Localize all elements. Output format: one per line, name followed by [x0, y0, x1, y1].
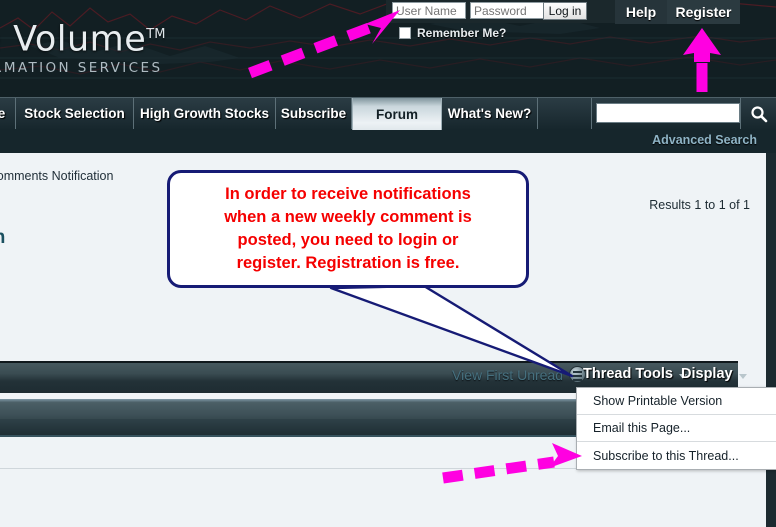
search-button[interactable]	[740, 98, 776, 129]
view-first-unread-link[interactable]: View First Unread	[452, 366, 587, 383]
callout-text: In order to receive notifications when a…	[170, 173, 526, 275]
remember-me-checkbox[interactable]	[399, 27, 411, 39]
callout-line-2: when a new weekly comment is	[224, 208, 472, 226]
remember-me-row[interactable]: Remember Me?	[399, 26, 506, 40]
menu-item-subscribe-to-this-thread[interactable]: Subscribe to this Thread...	[577, 442, 776, 469]
username-input[interactable]	[392, 2, 466, 19]
site-logo: ive VolumeTM INFORMATION SERVICES	[0, 16, 165, 76]
thread-tools-label: Thread Tools	[583, 366, 673, 382]
nav-tab-whats-new[interactable]: What's New?	[442, 98, 538, 129]
display-label: Display	[681, 366, 733, 382]
help-button[interactable]: Help	[615, 0, 667, 24]
search-area	[592, 98, 776, 129]
bottom-panel	[0, 468, 776, 527]
logo-text: ive VolumeTM	[0, 16, 165, 59]
password-input[interactable]	[470, 2, 544, 19]
menu-item-email-this-page[interactable]: Email this Page...	[577, 415, 776, 442]
view-first-unread-label: View First Unread	[452, 366, 564, 383]
menu-item-show-printable-version[interactable]: Show Printable Version	[577, 388, 776, 415]
advanced-search-link[interactable]: Advanced Search	[652, 133, 757, 147]
login-button[interactable]: Log in	[543, 2, 587, 20]
thread-tools-dropdown: Show Printable Version Email this Page..…	[576, 387, 776, 470]
logo-main-text: ive Volume	[0, 19, 147, 60]
nav-tab-high-growth-stocks[interactable]: High Growth Stocks	[134, 98, 276, 129]
search-icon	[750, 105, 767, 122]
right-edge-strip	[766, 153, 776, 527]
nav-tab-subscribe[interactable]: Subscribe	[276, 98, 352, 129]
annotation-callout: In order to receive notifications when a…	[167, 170, 529, 288]
callout-line-3: posted, you need to login or	[237, 231, 459, 249]
page-root: ive VolumeTM INFORMATION SERVICES Log in…	[0, 0, 776, 527]
nav-tab-stock-selection[interactable]: Stock Selection	[16, 98, 134, 129]
advanced-search-bar: Advanced Search	[0, 130, 776, 153]
nav-tab-blank[interactable]	[538, 98, 592, 129]
logo-trademark: TM	[146, 27, 166, 42]
callout-line-1: In order to receive notifications	[225, 185, 471, 203]
page-title: ation	[0, 227, 5, 249]
main-navigation: e Stock Selection High Growth Stocks Sub…	[0, 97, 776, 131]
nav-tab-forum[interactable]: Forum	[352, 98, 442, 131]
site-header: ive VolumeTM INFORMATION SERVICES Log in…	[0, 0, 776, 97]
logo-subtitle: INFORMATION SERVICES	[0, 59, 163, 76]
search-input[interactable]	[596, 103, 740, 123]
results-count: Results 1 to 1 of 1	[649, 198, 750, 212]
register-button[interactable]: Register	[667, 0, 740, 24]
thread-tools-menu[interactable]: Thread Tools	[583, 366, 687, 382]
callout-line-4: register. Registration is free.	[236, 254, 460, 272]
remember-me-label: Remember Me?	[417, 26, 507, 40]
chevron-down-icon	[738, 373, 747, 379]
breadcrumb[interactable]: y Comments Notification	[0, 169, 113, 183]
nav-tab-home[interactable]: e	[0, 98, 16, 129]
display-menu[interactable]: Display	[681, 366, 747, 382]
